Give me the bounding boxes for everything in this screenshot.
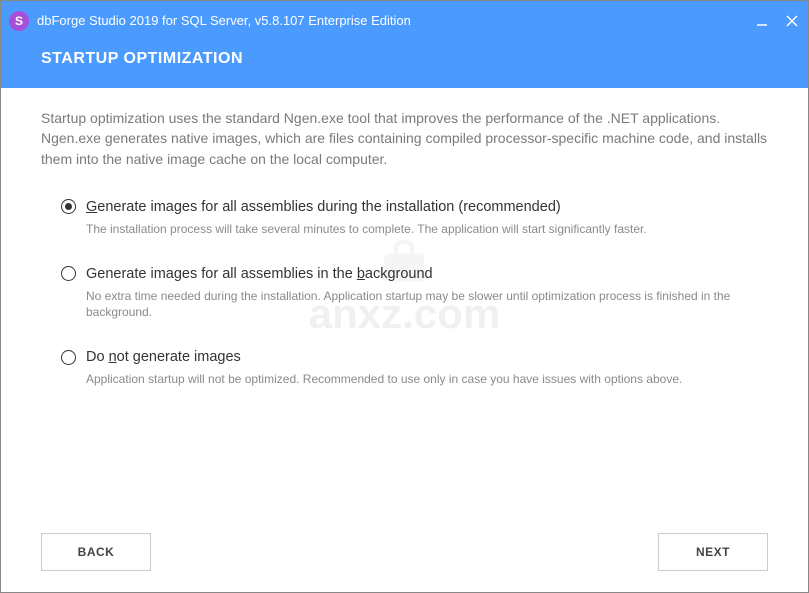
content-area: Startup optimization uses the standard N… [1, 88, 808, 512]
option-generate-background: Generate images for all assemblies in th… [61, 266, 768, 322]
page-header: STARTUP OPTIMIZATION [1, 40, 808, 88]
options-group: Generate images for all assemblies durin… [41, 199, 768, 388]
window-title: dbForge Studio 2019 for SQL Server, v5.8… [37, 13, 754, 28]
installer-window: S dbForge Studio 2019 for SQL Server, v5… [0, 0, 809, 593]
minimize-button[interactable] [754, 13, 770, 29]
back-button[interactable]: BACK [41, 533, 151, 571]
next-button[interactable]: NEXT [658, 533, 768, 571]
radio-generate-background[interactable] [61, 266, 76, 281]
radio-no-generate[interactable] [61, 350, 76, 365]
option-label-no-generate[interactable]: Do not generate images [86, 349, 241, 365]
option-desc-generate-background: No extra time needed during the installa… [86, 288, 768, 322]
app-icon: S [9, 11, 29, 31]
titlebar-controls [754, 13, 800, 29]
option-generate-install: Generate images for all assemblies durin… [61, 199, 768, 238]
option-label-generate-install[interactable]: Generate images for all assemblies durin… [86, 199, 561, 215]
option-desc-generate-install: The installation process will take sever… [86, 221, 768, 238]
option-no-generate: Do not generate images Application start… [61, 349, 768, 388]
option-label-generate-background[interactable]: Generate images for all assemblies in th… [86, 266, 433, 282]
footer: BACK NEXT [1, 512, 808, 592]
option-desc-no-generate: Application startup will not be optimize… [86, 371, 768, 388]
radio-generate-install[interactable] [61, 199, 76, 214]
close-button[interactable] [784, 13, 800, 29]
page-title: STARTUP OPTIMIZATION [41, 50, 768, 68]
titlebar: S dbForge Studio 2019 for SQL Server, v5… [1, 1, 808, 40]
description-text: Startup optimization uses the standard N… [41, 108, 768, 169]
